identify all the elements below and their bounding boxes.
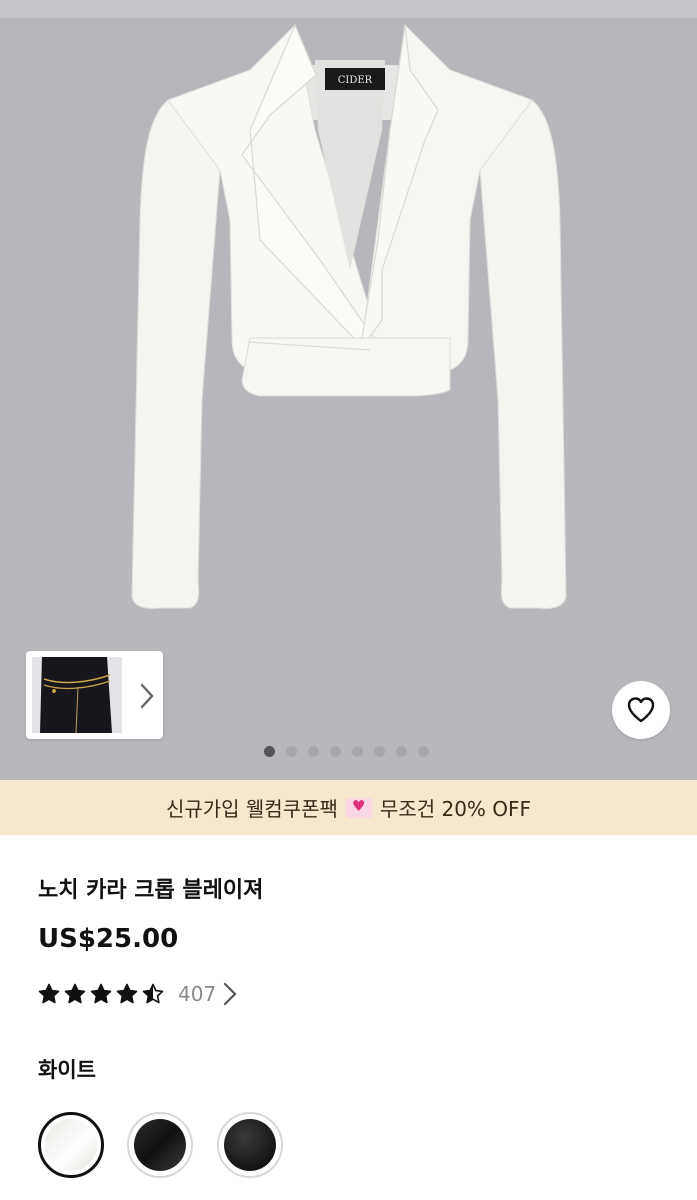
pagination-dot[interactable]: [308, 746, 319, 757]
color-swatch-black-textured[interactable]: [127, 1112, 193, 1178]
pagination-dot[interactable]: [374, 746, 385, 757]
chevron-right-icon: [224, 982, 237, 1006]
promo-text-before: 신규가입 웰컴쿠폰팩: [165, 797, 338, 821]
pagination-dot[interactable]: [396, 746, 407, 757]
wishlist-button[interactable]: [612, 681, 670, 739]
promo-banner[interactable]: 신규가입 웰컴쿠폰팩 무조건 20% OFF: [0, 780, 697, 835]
color-swatch-black[interactable]: [217, 1112, 283, 1178]
brand-tag-text: CIDER: [338, 75, 373, 86]
gallery-top-edge: [0, 0, 697, 18]
product-price: US$25.00: [38, 924, 179, 954]
rating-stars: [38, 983, 164, 1005]
rating-row[interactable]: 407: [38, 978, 238, 1010]
pagination-dot[interactable]: [330, 746, 341, 757]
star-full-icon: [90, 983, 112, 1004]
pagination-dot[interactable]: [352, 746, 363, 757]
promo-text-after: 무조건 20% OFF: [379, 797, 532, 821]
heart-icon: [627, 697, 655, 723]
review-count: 407: [178, 982, 217, 1006]
swatch-fill: [134, 1119, 186, 1171]
pagination-dot[interactable]: [286, 746, 297, 757]
star-full-icon: [116, 983, 138, 1004]
pagination-dot[interactable]: [418, 746, 429, 757]
star-full-icon: [38, 983, 60, 1004]
selected-color-label: 화이트: [38, 1058, 96, 1082]
pagination-dot[interactable]: [264, 746, 275, 757]
gift-heart-icon: [345, 797, 372, 818]
swatch-fill: [45, 1119, 97, 1171]
related-product-thumbnail-image: [32, 657, 122, 733]
star-full-icon: [64, 983, 86, 1004]
swatch-fill: [224, 1119, 276, 1171]
gallery-pagination-dots: [264, 746, 429, 757]
product-image-gallery[interactable]: CIDER: [0, 0, 697, 780]
product-image-cropped-blazer: CIDER: [131, 23, 567, 609]
color-swatch-white[interactable]: [38, 1112, 104, 1178]
chevron-right-icon[interactable]: [136, 680, 158, 712]
product-title: 노치 카라 크롭 블레이져: [38, 878, 264, 903]
star-half-icon: [142, 983, 164, 1004]
